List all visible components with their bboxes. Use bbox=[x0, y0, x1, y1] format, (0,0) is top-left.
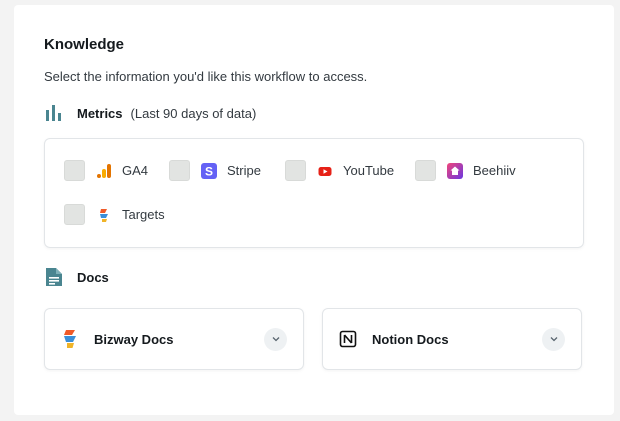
beehiiv-icon bbox=[447, 162, 463, 179]
targets-label: Targets bbox=[122, 207, 165, 222]
notion-icon bbox=[338, 329, 358, 349]
document-icon bbox=[44, 267, 64, 287]
metric-option-stripe[interactable]: S Stripe bbox=[169, 160, 261, 181]
beehiiv-label: Beehiiv bbox=[473, 163, 516, 178]
ga4-label: GA4 bbox=[122, 163, 149, 178]
docs-label: Docs bbox=[77, 269, 109, 285]
bizway-icon bbox=[60, 329, 80, 349]
bizway-docs-dropdown[interactable]: Bizway Docs bbox=[44, 308, 304, 370]
metrics-label: Metrics bbox=[77, 105, 123, 121]
metric-option-ga4[interactable]: GA4 bbox=[64, 160, 148, 181]
bizway-icon bbox=[96, 207, 112, 223]
metrics-sources-panel: GA4 S Stripe YouTube Beehiiv Targets bbox=[44, 138, 584, 248]
bar-chart-icon bbox=[44, 103, 64, 123]
youtube-label: YouTube bbox=[343, 163, 395, 178]
targets-checkbox[interactable] bbox=[64, 204, 85, 225]
knowledge-card: Knowledge Select the information you'd l… bbox=[14, 5, 614, 415]
notion-docs-dropdown[interactable]: Notion Docs bbox=[322, 308, 582, 370]
docs-section-header: Docs bbox=[44, 267, 109, 287]
chevron-down-icon[interactable] bbox=[264, 327, 287, 351]
beehiiv-checkbox[interactable] bbox=[415, 160, 436, 181]
youtube-icon bbox=[317, 163, 333, 179]
youtube-checkbox[interactable] bbox=[285, 160, 306, 181]
metrics-section-header: Metrics (Last 90 days of data) bbox=[44, 103, 256, 123]
stripe-icon: S bbox=[201, 162, 217, 179]
chevron-down-icon[interactable] bbox=[542, 327, 565, 351]
ga4-icon bbox=[96, 163, 112, 179]
notion-docs-label: Notion Docs bbox=[372, 331, 449, 347]
stripe-label: Stripe bbox=[227, 163, 261, 178]
metric-option-youtube[interactable]: YouTube bbox=[285, 160, 394, 181]
knowledge-title: Knowledge bbox=[44, 36, 125, 53]
bizway-docs-label: Bizway Docs bbox=[94, 331, 174, 347]
ga4-checkbox[interactable] bbox=[64, 160, 85, 181]
stripe-checkbox[interactable] bbox=[169, 160, 190, 181]
metric-option-targets[interactable]: Targets bbox=[64, 204, 165, 225]
svg-text:S: S bbox=[205, 164, 213, 178]
metric-option-beehiiv[interactable]: Beehiiv bbox=[415, 160, 516, 181]
knowledge-subtitle: Select the information you'd like this w… bbox=[44, 69, 368, 84]
metrics-note: (Last 90 days of data) bbox=[130, 105, 257, 121]
